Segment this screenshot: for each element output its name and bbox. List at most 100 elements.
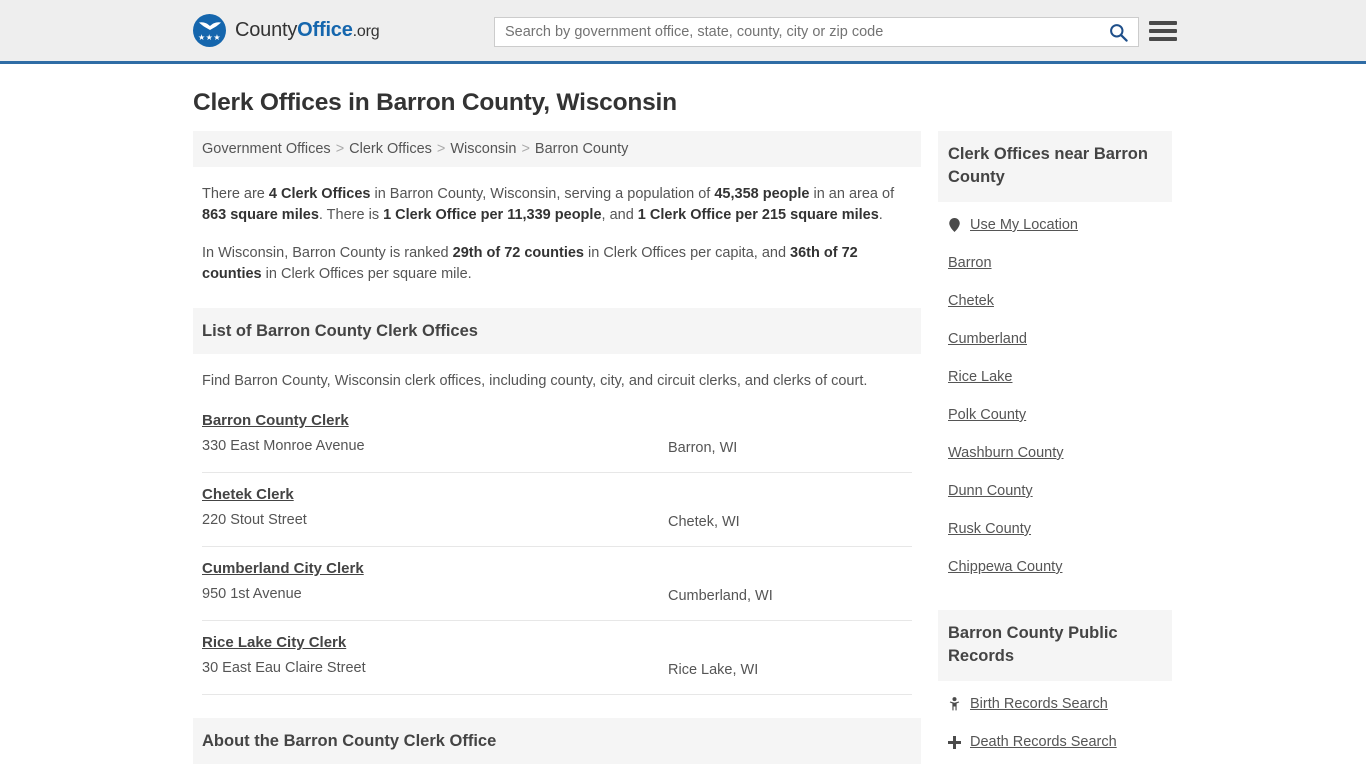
- stat-per-people: 1 Clerk Office per 11,339 people: [383, 207, 602, 223]
- search-bar: [494, 17, 1139, 47]
- office-address: 220 Stout Street: [202, 512, 307, 528]
- content-columns: Government Offices > Clerk Offices > Wiscons…: [193, 131, 1173, 768]
- breadcrumb-item-government-offices[interactable]: Government Offices: [202, 141, 331, 157]
- pin-glyph: [949, 218, 960, 232]
- intro-text: . There is: [318, 207, 384, 223]
- table-row[interactable]: Chetek Clerk 220 Stout Street Chetek, WI: [202, 473, 912, 547]
- office-name-link[interactable]: Cumberland City Clerk: [202, 559, 364, 579]
- breadcrumb-item-clerk-offices[interactable]: Clerk Offices: [349, 141, 432, 157]
- table-row[interactable]: Cumberland City Clerk 950 1st Avenue Cum…: [202, 547, 912, 621]
- list-section-header: List of Barron County Clerk Offices: [193, 308, 921, 354]
- sidebar-link-label[interactable]: Barron: [948, 253, 992, 273]
- sidebar-link-label[interactable]: Chetek: [948, 291, 994, 311]
- about-section-heading: About the Barron County Clerk Office: [202, 732, 497, 750]
- intro-text: .: [878, 207, 883, 223]
- intro-paragraph-2: In Wisconsin, Barron County is ranked 29…: [202, 243, 912, 285]
- sidebar-item-birth-records-search[interactable]: Birth Records Search: [948, 685, 1162, 723]
- stat-office-count: 4 Clerk Offices: [268, 186, 371, 202]
- sidebar-item-dunn-county[interactable]: Dunn County: [948, 472, 1162, 510]
- office-address: 30 East Eau Claire Street: [202, 660, 366, 676]
- menu-bar-2: [1149, 29, 1177, 33]
- nearby-offices-heading: Clerk Offices near Barron County: [948, 145, 1148, 186]
- sidebar-link-label[interactable]: Polk County: [948, 405, 1026, 425]
- about-section-header: About the Barron County Clerk Office: [193, 718, 921, 764]
- location-pin-icon: [948, 218, 961, 232]
- sidebar-link-label[interactable]: Birth Records Search: [970, 694, 1108, 714]
- intro-text: There are: [202, 186, 269, 202]
- office-info: Barron County Clerk 330 East Monroe Aven…: [202, 411, 668, 457]
- breadcrumb-separator: >: [335, 141, 345, 157]
- sidebar-item-barron[interactable]: Barron: [948, 244, 1162, 282]
- intro-text: in Clerk Offices per capita, and: [583, 245, 791, 261]
- breadcrumb-separator: >: [521, 141, 530, 157]
- public-records-header: Barron County Public Records: [938, 610, 1172, 681]
- sidebar-item-death-records-search[interactable]: Death Records Search: [948, 723, 1162, 761]
- intro-text: In Wisconsin, Barron County is ranked: [202, 245, 453, 261]
- sidebar-link-label[interactable]: Dunn County: [948, 481, 1033, 501]
- sidebar-item-chippewa-county[interactable]: Chippewa County: [948, 548, 1162, 586]
- search-glass-glyph: [1109, 23, 1128, 42]
- menu-bar-3: [1149, 37, 1177, 41]
- sidebar-link-label[interactable]: Washburn County: [948, 443, 1064, 463]
- baby-icon: [948, 697, 961, 711]
- sidebar-item-polk-county[interactable]: Polk County: [948, 396, 1162, 434]
- sidebar-link-label[interactable]: Rice Lake: [948, 367, 1012, 387]
- office-city-state: Chetek, WI: [668, 514, 740, 530]
- office-city-state: Cumberland, WI: [668, 588, 773, 604]
- public-records-heading: Barron County Public Records: [948, 624, 1118, 665]
- breadcrumb-item-barron-county[interactable]: Barron County: [535, 141, 629, 157]
- hamburger-menu-icon[interactable]: [1149, 18, 1177, 44]
- sidebar-item-cumberland[interactable]: Cumberland: [948, 320, 1162, 358]
- menu-bar-1: [1149, 21, 1177, 25]
- sidebar-link-label[interactable]: Rusk County: [948, 519, 1031, 539]
- brand-wordmark: CountyOffice.org: [235, 19, 380, 42]
- eagle-shield-icon: ★★★: [193, 14, 226, 47]
- sidebar-item-rice-lake[interactable]: Rice Lake: [948, 358, 1162, 396]
- search-input[interactable]: [495, 18, 1098, 46]
- nearby-offices-links: Use My Location Barron Chetek Cumberland…: [938, 202, 1172, 586]
- site-header: ★★★ CountyOffice.org: [0, 0, 1366, 64]
- nearby-offices-header: Clerk Offices near Barron County: [938, 131, 1172, 202]
- sidebar-link-label[interactable]: Use My Location: [970, 215, 1078, 235]
- stat-area: 863 square miles: [202, 207, 319, 223]
- baby-glyph: [949, 697, 960, 711]
- site-logo-link[interactable]: ★★★ CountyOffice.org: [193, 14, 380, 47]
- table-row[interactable]: Barron County Clerk 330 East Monroe Aven…: [202, 399, 912, 473]
- office-name-link[interactable]: Chetek Clerk: [202, 485, 294, 505]
- list-section-lead: Find Barron County, Wisconsin clerk offi…: [202, 373, 868, 389]
- search-icon[interactable]: [1098, 18, 1138, 46]
- intro-paragraph-1: There are 4 Clerk Offices in Barron Coun…: [202, 184, 912, 226]
- office-list: Barron County Clerk 330 East Monroe Aven…: [202, 399, 912, 695]
- office-name-link[interactable]: Barron County Clerk: [202, 411, 349, 431]
- stat-population: 45,358 people: [714, 186, 810, 202]
- main-column: Government Offices > Clerk Offices > Wiscons…: [193, 131, 921, 768]
- sidebar-item-rusk-county[interactable]: Rusk County: [948, 510, 1162, 548]
- brand-part-org: .org: [352, 23, 380, 40]
- table-row[interactable]: Rice Lake City Clerk 30 East Eau Claire …: [202, 621, 912, 695]
- office-city-state: Barron, WI: [668, 440, 738, 456]
- sidebar-link-label[interactable]: Cumberland: [948, 329, 1027, 349]
- intro-text: in Barron County, Wisconsin, serving a p…: [370, 186, 715, 202]
- sidebar-item-washburn-county[interactable]: Washburn County: [948, 434, 1162, 472]
- stars-glyph: ★★★: [197, 33, 221, 42]
- office-info: Rice Lake City Clerk 30 East Eau Claire …: [202, 633, 668, 679]
- breadcrumb-item-wisconsin[interactable]: Wisconsin: [450, 141, 516, 157]
- plus-cross-icon: [948, 735, 961, 749]
- office-name-link[interactable]: Rice Lake City Clerk: [202, 633, 346, 653]
- office-address: 330 East Monroe Avenue: [202, 438, 365, 454]
- sidebar-link-label[interactable]: Chippewa County: [948, 557, 1062, 577]
- office-address: 950 1st Avenue: [202, 586, 302, 602]
- sidebar-item-chetek[interactable]: Chetek: [948, 282, 1162, 320]
- office-info: Chetek Clerk 220 Stout Street: [202, 485, 668, 531]
- office-city-state: Rice Lake, WI: [668, 662, 759, 678]
- intro-text: in Clerk Offices per square mile.: [261, 266, 472, 282]
- sidebar-item-divorce-records-search[interactable]: Divorce Records Search: [948, 761, 1162, 768]
- brand-part-county: County: [235, 19, 298, 41]
- public-records-links: Birth Records Search Death Records Searc…: [938, 681, 1172, 768]
- sidebar-link-label[interactable]: Death Records Search: [970, 732, 1117, 752]
- sidebar: Clerk Offices near Barron County Use My …: [938, 131, 1172, 768]
- office-info: Cumberland City Clerk 950 1st Avenue: [202, 559, 668, 605]
- page-container: Clerk Offices in Barron County, Wisconsi…: [0, 88, 1366, 768]
- sidebar-item-use-my-location[interactable]: Use My Location: [948, 206, 1162, 244]
- intro-stats: There are 4 Clerk Offices in Barron Coun…: [193, 184, 921, 285]
